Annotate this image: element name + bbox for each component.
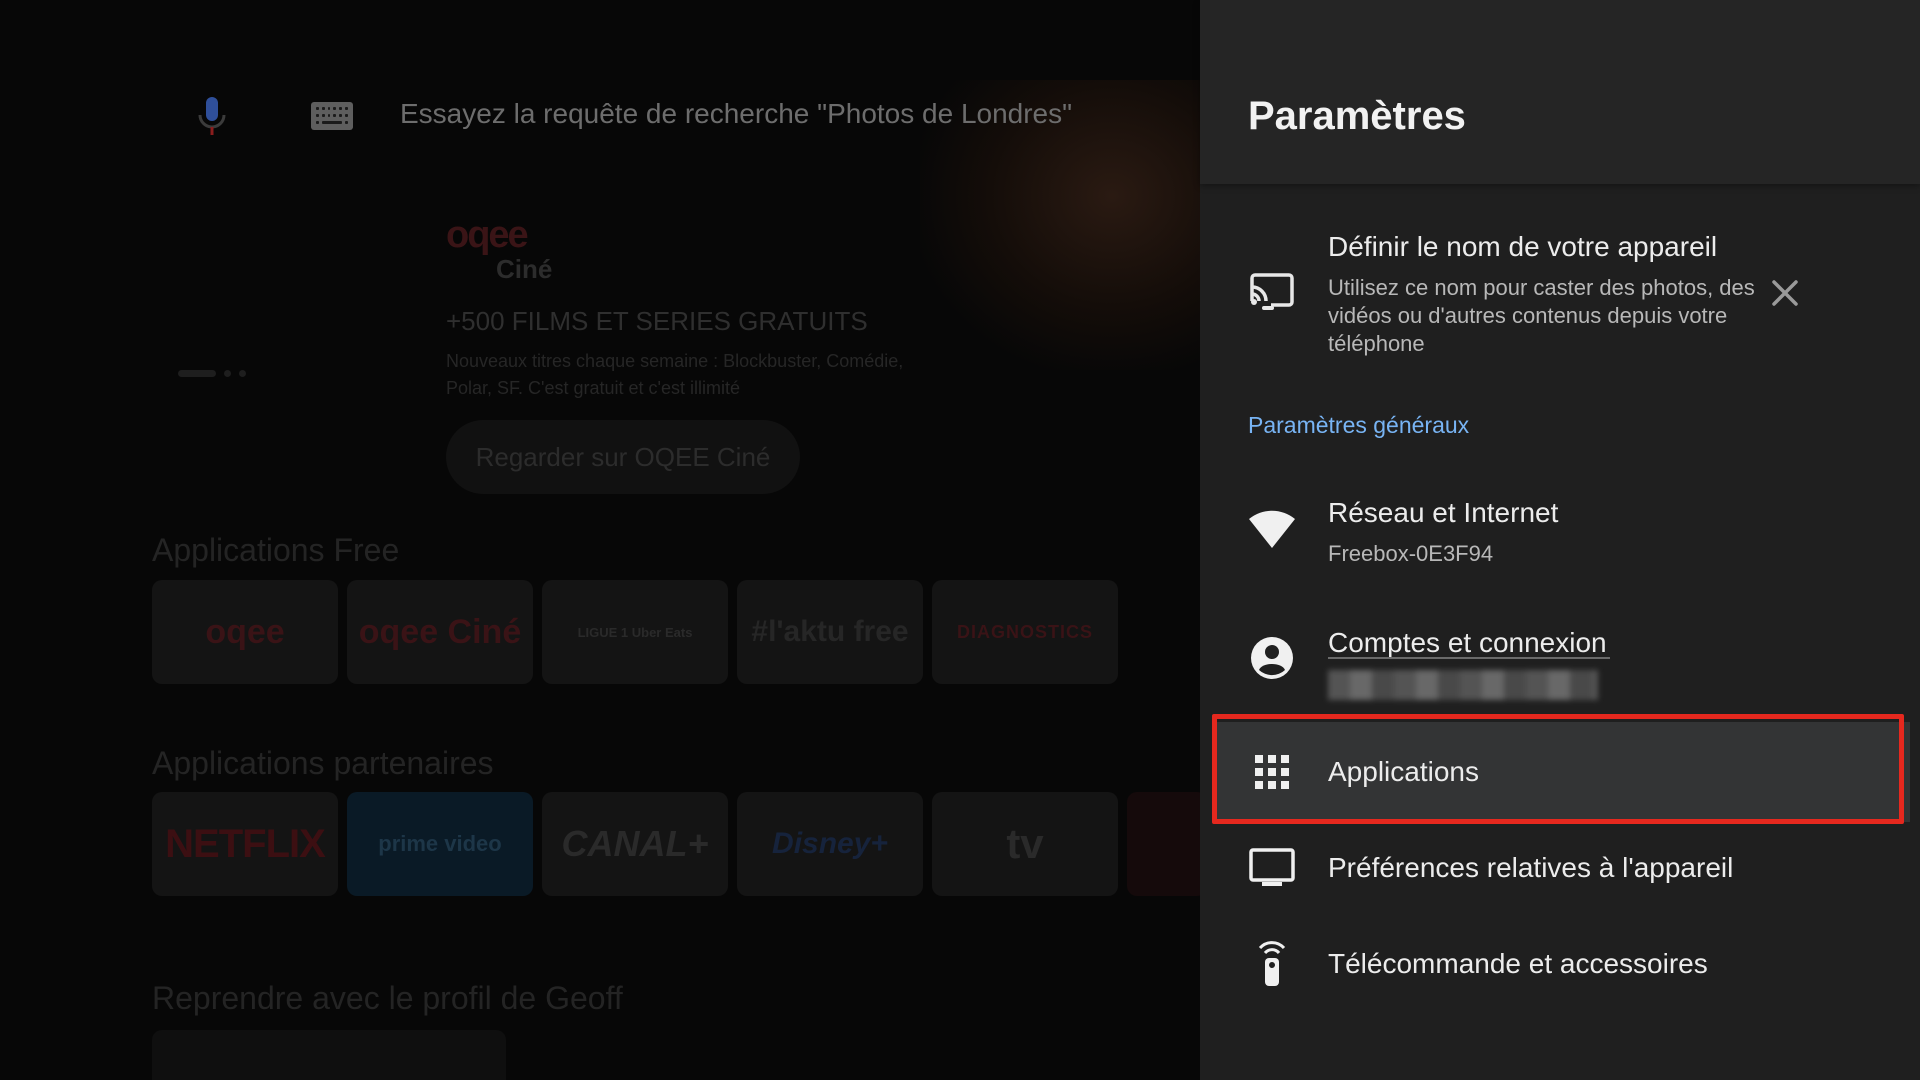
app-tile-label: oqee Ciné (358, 612, 522, 651)
app-tile-netflix[interactable]: NETFLIX (152, 792, 338, 896)
app-tile-label: CANAL+ (561, 823, 709, 864)
partner-apps-row: NETFLIX prime video CANAL+ Disney+ tv (152, 792, 1200, 896)
home-screen: Essayez la requête de recherche "Photos … (0, 0, 1200, 1080)
app-tile-partial[interactable] (1127, 792, 1200, 896)
app-tile-label: NETFLIX (165, 821, 326, 866)
app-tile-label: tv (1006, 820, 1044, 867)
page-title: Paramètres (1248, 94, 1466, 138)
carousel-dot (239, 370, 246, 377)
hero-subtitle: Nouveaux titres chaque semaine : Blockbu… (446, 351, 904, 398)
carousel-dot (224, 370, 231, 377)
app-tile-disney-plus[interactable]: Disney+ (737, 792, 923, 896)
tv-icon (1248, 844, 1296, 892)
carousel-indicator (178, 370, 246, 377)
search-hint[interactable]: Essayez la requête de recherche "Photos … (400, 98, 1072, 130)
app-tile-canal-plus[interactable]: CANAL+ (542, 792, 728, 896)
cast-icon (1248, 268, 1296, 316)
app-tile-label: DIAGNOSTICS (956, 621, 1093, 642)
settings-item-label: Réseau et Internet (1328, 497, 1559, 528)
hero-logo-sub: Ciné (496, 254, 553, 284)
free-apps-row: oqee oqee Ciné LIGUE 1 Uber Eats #l'aktu… (152, 580, 1118, 684)
app-tile-oqee[interactable]: oqee (152, 580, 338, 684)
suggestion-description: Utilisez ce nom pour caster des photos, … (1328, 275, 1755, 356)
hero-logo-main: oqee (446, 214, 529, 256)
settings-item-label: Comptes et connexion (1328, 627, 1607, 658)
hero-logo: oqee Ciné (446, 216, 553, 286)
settings-item-label: Télécommande et accessoires (1328, 948, 1708, 979)
suggestion-title: Définir le nom de votre appareil (1328, 231, 1718, 262)
app-tile-diagnostics[interactable]: DIAGNOSTICS (932, 580, 1118, 684)
close-icon[interactable] (1768, 276, 1802, 310)
settings-item-label: Préférences relatives à l'appareil (1328, 852, 1734, 883)
app-tile-ligue1[interactable]: LIGUE 1 Uber Eats (542, 580, 728, 684)
keyboard-icon[interactable] (311, 102, 353, 130)
divider (1328, 657, 1610, 659)
app-tile-label: oqee (205, 612, 285, 651)
account-email-redacted (1328, 670, 1598, 700)
row-title-partner-apps: Applications partenaires (152, 745, 494, 781)
app-tile-label: Disney+ (772, 827, 888, 860)
highlight-box (1212, 714, 1904, 824)
microphone-icon[interactable] (195, 95, 229, 139)
account-icon (1248, 634, 1296, 682)
settings-header: Paramètres (1200, 0, 1920, 184)
wifi-icon (1248, 506, 1296, 554)
section-header-general: Paramètres généraux (1248, 412, 1470, 438)
app-tile-label: #l'aktu free (751, 615, 909, 648)
settings-item-sublabel: Freebox-0E3F94 (1328, 541, 1494, 566)
app-tile-prime-video[interactable]: prime video (347, 792, 533, 896)
app-tile-label: LIGUE 1 Uber Eats (577, 624, 693, 640)
app-tile-oqee-cine[interactable]: oqee Ciné (347, 580, 533, 684)
app-tile-apple-tv[interactable]: tv (932, 792, 1118, 896)
carousel-dot-active (178, 370, 216, 377)
hero-watch-button[interactable]: Regarder sur OQEE Ciné (446, 420, 800, 494)
row-title-resume: Reprendre avec le profil de Geoff (152, 980, 623, 1016)
remote-icon (1248, 938, 1296, 986)
row-title-free-apps: Applications Free (152, 532, 400, 568)
app-tile-label: prime video (378, 831, 502, 856)
hero-title: +500 FILMS ET SERIES GRATUITS (446, 306, 868, 336)
settings-panel: Paramètres Définir le nom de votre appar… (1200, 0, 1920, 1080)
app-tile-aktu[interactable]: #l'aktu free (737, 580, 923, 684)
resume-card[interactable] (152, 1030, 506, 1080)
